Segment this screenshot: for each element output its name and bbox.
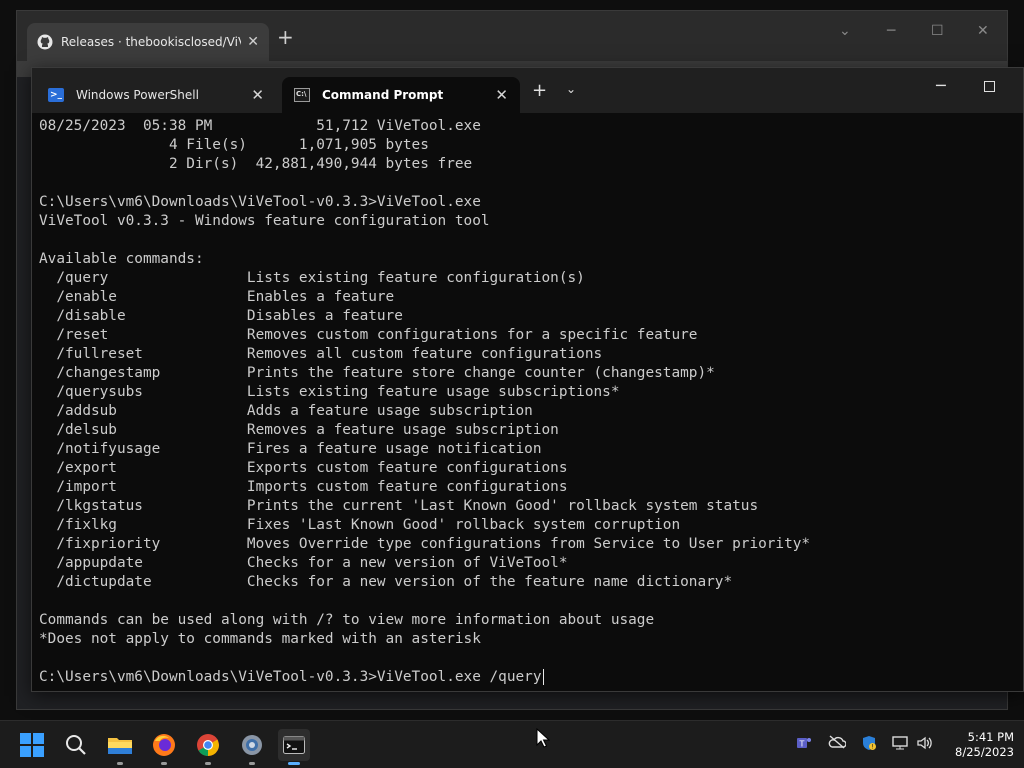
console-lines: 08/25/2023 05:38 PM 51,712 ViVeTool.exe … — [39, 117, 1014, 668]
search-button[interactable] — [60, 729, 92, 761]
network-icon[interactable] — [892, 735, 910, 755]
powershell-icon: >_ — [48, 88, 64, 102]
chrome-button[interactable] — [192, 729, 224, 765]
console-line: /changestamp Prints the feature store ch… — [39, 365, 715, 381]
tab-windows-powershell[interactable]: >_ Windows PowerShell ✕ — [36, 77, 276, 113]
defender-icon[interactable]: ! — [861, 735, 877, 755]
console-line: /reset Removes custom configurations for… — [39, 327, 698, 343]
console-line: *Does not apply to commands marked with … — [39, 631, 481, 647]
browser-tab-close-icon[interactable]: ✕ — [247, 34, 259, 50]
search-icon — [66, 735, 86, 755]
maximize-button[interactable] — [984, 81, 995, 92]
console-line: C:\Users\vm6\Downloads\ViVeTool-v0.3.3>V… — [39, 194, 481, 210]
console-line: /enable Enables a feature — [39, 289, 395, 305]
console-line: /delsub Removes a feature usage subscrip… — [39, 422, 559, 438]
prompt-line[interactable]: C:\Users\vm6\Downloads\ViVeTool-v0.3.3>V… — [39, 668, 1014, 687]
tab-close-icon[interactable]: ✕ — [251, 86, 264, 104]
taskbar: T ! 5:41 PM 8/25/2023 — [0, 720, 1024, 768]
console-line: /querysubs Lists existing feature usage … — [39, 384, 620, 400]
browser-tab-title: Releases · thebookisclosed/ViVe — [61, 35, 242, 49]
tab-dropdown-icon[interactable]: ⌄ — [566, 82, 576, 96]
console-line: /fixpriority Moves Override type configu… — [39, 536, 811, 552]
start-icon — [20, 733, 44, 757]
console-line: /import Imports custom feature configura… — [39, 479, 568, 495]
firefox-icon — [153, 734, 175, 756]
console-line: /addsub Adds a feature usage subscriptio… — [39, 403, 533, 419]
start-button[interactable] — [16, 729, 48, 761]
terminal-icon — [283, 736, 305, 754]
tab-label: Command Prompt — [322, 88, 444, 102]
volume-icon[interactable] — [916, 735, 934, 755]
new-tab-button[interactable]: + — [532, 80, 547, 101]
console-line: /lkgstatus Prints the current 'Last Know… — [39, 498, 759, 514]
chrome-icon — [197, 734, 219, 756]
teams-icon[interactable]: T — [796, 735, 812, 755]
console-line: Commands can be used along with /? to vi… — [39, 612, 655, 628]
terminal-window[interactable]: >_ Windows PowerShell ✕ C:\ Command Prom… — [31, 67, 1024, 692]
console-output[interactable]: 08/25/2023 05:38 PM 51,712 ViVeTool.exe … — [39, 117, 1014, 687]
text-cursor — [542, 669, 545, 685]
console-line: 2 Dir(s) 42,881,490,944 bytes free — [39, 156, 473, 172]
github-icon — [37, 34, 53, 50]
terminal-titlebar: >_ Windows PowerShell ✕ C:\ Command Prom… — [32, 68, 1023, 113]
svg-text:T: T — [799, 740, 805, 749]
browser-tabbar: Releases · thebookisclosed/ViVe ✕ + ⌄ ─ … — [17, 11, 1007, 61]
console-line: /fullreset Removes all custom feature co… — [39, 346, 603, 362]
settings-button[interactable] — [236, 729, 268, 765]
console-line: Available commands: — [39, 251, 204, 267]
browser-tab[interactable]: Releases · thebookisclosed/ViVe ✕ — [27, 23, 269, 61]
onedrive-icon[interactable] — [828, 735, 847, 753]
console-line: 4 File(s) 1,071,905 bytes — [39, 137, 429, 153]
cmd-icon: C:\ — [294, 88, 310, 102]
prompt-text: C:\Users\vm6\Downloads\ViVeTool-v0.3.3>V… — [39, 669, 542, 685]
settings-icon — [242, 735, 262, 755]
file-explorer-button[interactable] — [104, 729, 136, 765]
clock-date: 8/25/2023 — [955, 745, 1014, 759]
console-line: /fixlkg Fixes 'Last Known Good' rollback… — [39, 517, 681, 533]
tab-label: Windows PowerShell — [76, 88, 199, 102]
desktop: Releases · thebookisclosed/ViVe ✕ + ⌄ ─ … — [0, 0, 1024, 720]
terminal-button[interactable] — [278, 729, 310, 765]
browser-new-tab-button[interactable]: + — [277, 25, 294, 49]
browser-minimize-icon[interactable]: ─ — [887, 23, 895, 39]
console-line: /disable Disables a feature — [39, 308, 403, 324]
browser-close-icon[interactable]: ✕ — [977, 23, 989, 39]
file-explorer-icon — [108, 738, 132, 754]
browser-dropdown-icon[interactable]: ⌄ — [839, 23, 851, 39]
console-line: /export Exports custom feature configura… — [39, 460, 568, 476]
mouse-pointer-icon — [536, 728, 550, 748]
console-line: /dictupdate Checks for a new version of … — [39, 574, 733, 590]
clock[interactable]: 5:41 PM 8/25/2023 — [946, 730, 1014, 760]
firefox-button[interactable] — [148, 729, 180, 765]
console-line: 08/25/2023 05:38 PM 51,712 ViVeTool.exe — [39, 118, 481, 134]
console-line: /query Lists existing feature configurat… — [39, 270, 585, 286]
tab-close-icon[interactable]: ✕ — [495, 86, 508, 104]
minimize-button[interactable]: ─ — [936, 76, 946, 95]
console-line: /notifyusage Fires a feature usage notif… — [39, 441, 542, 457]
console-line: ViVeTool v0.3.3 - Windows feature config… — [39, 213, 490, 229]
clock-time: 5:41 PM — [967, 730, 1014, 744]
svg-text:!: ! — [871, 744, 873, 751]
browser-maximize-icon[interactable]: ☐ — [931, 23, 944, 39]
console-line: /appupdate Checks for a new version of V… — [39, 555, 568, 571]
tab-command-prompt[interactable]: C:\ Command Prompt ✕ — [282, 77, 520, 113]
